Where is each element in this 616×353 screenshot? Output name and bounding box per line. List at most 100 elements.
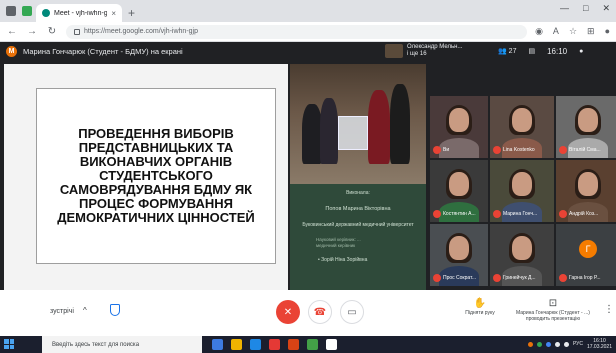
raise-hand-button[interactable]: ✋ Підняти руку	[455, 298, 505, 316]
meet-favicon-icon	[42, 9, 50, 17]
participant-name: Прос Сократ...	[443, 275, 476, 281]
system-tray: РУС 16:10 17.03.2021	[527, 338, 612, 350]
browser-tab[interactable]: Meet - vjh-iwhn-gjp ×	[36, 4, 122, 22]
app-icon[interactable]	[326, 339, 337, 350]
sidebar-icon[interactable]	[22, 6, 32, 16]
present-screen-icon: ⊡	[548, 298, 558, 309]
participant-name: Андрій Коз...	[569, 211, 599, 217]
more-options-icon[interactable]: ⋮	[604, 304, 614, 315]
task-view-icon[interactable]	[212, 339, 223, 350]
participant-tile[interactable]: Lina Kostenko	[490, 96, 554, 158]
lock-icon	[74, 28, 80, 35]
camera-toggle-button[interactable]: ▭	[340, 300, 364, 324]
profile-icon[interactable]: ●	[605, 26, 610, 37]
muted-mic-icon	[493, 274, 501, 282]
tray-app-icon[interactable]	[545, 341, 551, 347]
opera-icon[interactable]	[269, 339, 280, 350]
participant-tile[interactable]: Віталій Сма...	[556, 96, 616, 158]
pinned-name-text: Олександр Мельн...	[407, 44, 463, 50]
camera-icon: ▭	[347, 306, 357, 318]
meeting-stage: Проведення виборів представницьких та ви…	[0, 60, 616, 304]
meeting-details-label[interactable]: зустрічі	[50, 308, 74, 315]
chat-icon[interactable]: ▤	[528, 47, 535, 55]
tab-close-icon[interactable]: ×	[111, 9, 116, 18]
photo-person	[368, 90, 390, 164]
edge-icon[interactable]	[250, 339, 261, 350]
browser-tools: ◉ A ☆ ⊞ ●	[535, 26, 610, 37]
participant-name: Lina Kostenko	[503, 147, 535, 153]
participant-video-face	[512, 172, 532, 197]
back-icon[interactable]: ←	[6, 26, 18, 37]
taskbar-search[interactable]: Введіть здесь текст для поиска	[42, 336, 202, 353]
network-icon[interactable]	[554, 341, 560, 347]
participants-count: 27	[508, 48, 517, 55]
participant-tile[interactable]: Ви	[430, 96, 488, 158]
participant-tile[interactable]: Андрій Коз...	[556, 160, 616, 222]
meeting-controls: зустрічі ^ ✕ ☎ ▭ ✋ Підняти руку ⊡ Марина…	[0, 290, 616, 336]
maximize-button[interactable]: □	[583, 3, 588, 14]
pinned-sub-text: і ще 16	[407, 51, 427, 57]
tab-actions-icon[interactable]	[6, 6, 16, 16]
close-window-button[interactable]: ✕	[602, 3, 610, 14]
powerpoint-icon[interactable]	[288, 339, 299, 350]
taskbar-clock[interactable]: 16:10 17.03.2021	[587, 338, 612, 350]
muted-mic-icon	[433, 274, 441, 282]
photo-person	[390, 84, 410, 164]
new-tab-button[interactable]: +	[128, 7, 135, 19]
language-indicator[interactable]: РУС	[573, 341, 583, 347]
participant-tile[interactable]: Марина Гонч...	[490, 160, 554, 222]
participant-name: Гарна Ігор Р...	[569, 275, 601, 281]
slide-frame: Проведення виборів представницьких та ви…	[36, 88, 276, 264]
read-aloud-icon[interactable]: A	[553, 26, 559, 37]
caption-line: • Зорій Ніна Зорійвна	[318, 257, 368, 263]
volume-icon[interactable]	[563, 341, 569, 347]
end-call-button[interactable]: ☎	[308, 300, 332, 324]
tab-title: Meet - vjh-iwhn-gjp	[54, 9, 108, 17]
participant-tile[interactable]: Гринейчук Д...	[490, 224, 554, 286]
presentation-area: Проведення виборів представницьких та ви…	[4, 64, 288, 292]
pinned-name: Олександр Мельн... і ще 16	[407, 44, 462, 58]
participant-name: Віталій Сма...	[569, 147, 601, 153]
present-label: Марина Гончарюк (Студент - ...) проводит…	[516, 310, 590, 322]
taskbar-apps	[212, 339, 337, 350]
photo-person	[320, 98, 338, 164]
participant-video-face	[449, 108, 469, 133]
caption-line: медичний керівник	[316, 243, 356, 248]
chrome-icon[interactable]	[307, 339, 318, 350]
tray-app-icon[interactable]	[527, 341, 533, 347]
screen: Meet - vjh-iwhn-gjp × + — □ ✕ ← → ↻ http…	[0, 0, 616, 353]
url-text: https://meet.google.com/vjh-iwhn-gjp	[84, 28, 198, 35]
favorite-star-icon[interactable]: ☆	[569, 26, 577, 37]
microphone-toggle-button[interactable]: ✕	[276, 300, 300, 324]
minimize-button[interactable]: —	[560, 3, 569, 14]
reload-icon[interactable]: ↻	[46, 26, 58, 37]
participant-name: Костянтин А...	[443, 211, 476, 217]
slide-photo	[290, 64, 426, 184]
participant-tile[interactable]: Прос Сократ...	[430, 224, 488, 286]
file-explorer-icon[interactable]	[231, 339, 242, 350]
tray-app-icon[interactable]	[536, 341, 542, 347]
collections-icon[interactable]: ⊞	[587, 26, 595, 37]
account-avatar-icon[interactable]: ●	[579, 48, 583, 55]
participant-video-face	[512, 236, 532, 261]
windows-start-icon[interactable]	[4, 339, 14, 349]
participant-video-face	[578, 172, 598, 197]
url-field[interactable]: https://meet.google.com/vjh-iwhn-gjp	[66, 24, 528, 39]
participant-name: Ви	[443, 147, 450, 153]
phone-hangup-icon: ☎	[313, 306, 327, 318]
pinned-participant[interactable]: Олександр Мельн... і ще 16	[385, 42, 462, 60]
hand-icon: ✋	[473, 298, 487, 309]
browser-tab-bar: Meet - vjh-iwhn-gjp × + — □ ✕	[0, 0, 616, 22]
participant-tile[interactable]: Г Гарна Ігор Р...	[556, 224, 616, 286]
slide-caption: Виконала: Попов Марина Вікторівна Букови…	[290, 184, 426, 292]
muted-mic-icon	[493, 146, 501, 154]
shield-icon[interactable]	[110, 304, 120, 316]
camera-permission-icon[interactable]: ◉	[535, 26, 543, 37]
participants-button[interactable]: 👥 27	[498, 47, 516, 55]
chevron-up-icon[interactable]: ^	[83, 306, 87, 315]
muted-mic-icon	[559, 210, 567, 218]
participant-tile[interactable]: Костянтин А...	[430, 160, 488, 222]
caption-line: Попов Марина Вікторівна	[325, 206, 391, 212]
forward-icon[interactable]: →	[26, 26, 38, 37]
present-button[interactable]: ⊡ Марина Гончарюк (Студент - ...) провод…	[508, 298, 598, 322]
